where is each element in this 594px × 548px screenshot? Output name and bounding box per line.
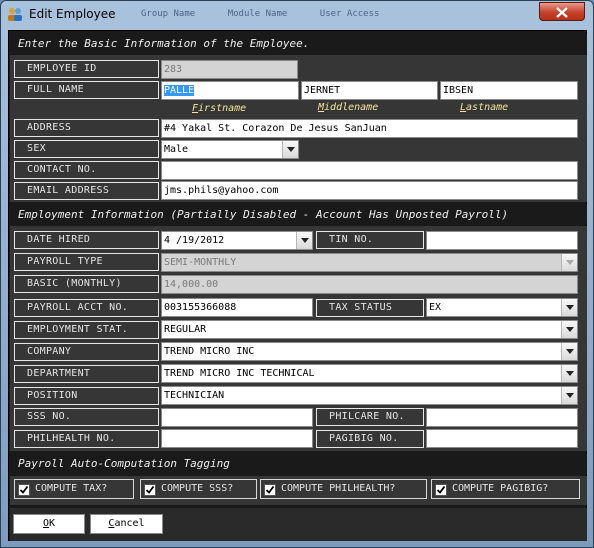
email-input[interactable]: jms.phils@yahoo.com [161, 181, 578, 200]
compute-sss-checkbox[interactable]: COMPUTE SSS? [140, 479, 257, 499]
address-input[interactable]: #4 Yakal St. Corazon De Jesus SanJuan [161, 119, 578, 138]
employee-id-field: 283 [161, 60, 298, 79]
form-client: Enter the Basic Information of the Emplo… [8, 30, 587, 541]
position-label: POSITION [14, 387, 159, 405]
cancel-button[interactable]: Cancel [90, 514, 163, 534]
sex-value: Male [164, 144, 189, 155]
employee-id-label: EMPLOYEE ID [14, 60, 159, 78]
employment-stat-select[interactable]: REGULAR [161, 320, 578, 339]
department-label: DEPARTMENT [14, 365, 159, 383]
chevron-down-icon[interactable] [561, 299, 577, 316]
button-bar: OK Cancel [10, 508, 587, 541]
employment-info-header: Employment Information (Partially Disabl… [10, 205, 587, 225]
payroll-type-select: SEMI-MONTHLY [161, 253, 578, 272]
philhealth-label: PHILHEALTH NO. [14, 430, 159, 448]
sex-select[interactable]: Male [161, 140, 299, 159]
basic-monthly-label: BASIC (MONTHLY) [14, 275, 159, 293]
chevron-down-icon[interactable] [561, 365, 577, 382]
compute-tax-label: COMPUTE TAX? [35, 483, 108, 494]
edit-employee-window: Edit Employee Group Name Module Name Use… [0, 0, 594, 548]
position-select[interactable]: TECHNICIAN [161, 386, 578, 405]
tin-input[interactable] [426, 231, 578, 250]
philcare-label: PHILCARE NO. [316, 408, 424, 426]
chevron-down-icon[interactable] [282, 141, 298, 158]
full-name-label: FULL NAME [14, 81, 159, 99]
payroll-acct-label: PAYROLL ACCT NO. [14, 299, 159, 317]
payroll-type-value: SEMI-MONTHLY [164, 257, 237, 268]
tax-status-select[interactable]: EX [426, 298, 578, 317]
philcare-input[interactable] [426, 408, 578, 427]
department-value: TREND MICRO INC TECHNICAL [164, 368, 315, 379]
firstname-selected-text: PALLE [164, 85, 195, 96]
compute-sss-label: COMPUTE SSS? [161, 483, 234, 494]
date-hired-picker[interactable]: 4 /19/2012 [161, 231, 313, 250]
date-hired-label: DATE HIRED [14, 231, 159, 249]
compute-philhealth-checkbox[interactable]: COMPUTE PHILHEALTH? [260, 479, 427, 499]
chevron-down-icon[interactable] [561, 343, 577, 360]
basic-info-header: Enter the Basic Information of the Emplo… [10, 34, 587, 54]
address-label: ADDRESS [14, 119, 159, 137]
pagibig-label: PAGIBIG NO. [316, 430, 424, 448]
contact-label: CONTACT NO. [14, 161, 159, 179]
window-title: Edit Employee [29, 7, 116, 21]
people-icon [7, 7, 23, 21]
sss-label: SSS NO. [14, 408, 159, 426]
philhealth-input[interactable] [161, 429, 313, 448]
compute-tax-checkbox[interactable]: COMPUTE TAX? [14, 479, 134, 499]
payroll-tagging-header: Payroll Auto-Computation Tagging [10, 454, 587, 474]
firstname-input[interactable]: PALLE [161, 81, 299, 100]
payroll-acct-input[interactable]: 003155366088 [161, 298, 313, 317]
firstname-caption: Firstname [192, 103, 247, 114]
chevron-down-icon[interactable] [561, 387, 577, 404]
chevron-down-icon [561, 254, 577, 271]
compute-pagibig-label: COMPUTE PAGIBIG? [452, 483, 549, 494]
lastname-input[interactable]: IBSEN [440, 81, 578, 100]
title-bar[interactable]: Edit Employee Group Name Module Name Use… [1, 1, 594, 29]
check-icon [264, 484, 276, 496]
employment-stat-value: REGULAR [164, 324, 207, 335]
contact-input[interactable] [161, 161, 578, 180]
sss-input[interactable] [161, 408, 313, 427]
sex-label: SEX [14, 140, 159, 158]
company-label: COMPANY [14, 343, 159, 361]
close-icon [556, 7, 568, 18]
chevron-down-icon[interactable] [296, 232, 312, 249]
ok-button[interactable]: OK [13, 514, 85, 534]
basic-monthly-field: 14,000.00 [161, 275, 578, 294]
chevron-down-icon[interactable] [561, 321, 577, 338]
check-icon [435, 484, 447, 496]
close-button[interactable] [539, 2, 585, 21]
background-tabs: Group Name Module Name User Access [141, 9, 380, 19]
pagibig-input[interactable] [426, 429, 578, 448]
company-value: TREND MICRO INC [164, 346, 255, 357]
tax-status-label: TAX STATUS [316, 299, 424, 317]
middlename-caption: Middlename [318, 102, 379, 113]
compute-philhealth-label: COMPUTE PHILHEALTH? [281, 483, 396, 494]
email-label: EMAIL ADDRESS [14, 182, 159, 200]
employment-stat-label: EMPLOYMENT STAT. [14, 321, 159, 339]
check-icon [18, 484, 30, 496]
check-icon [144, 484, 156, 496]
department-select[interactable]: TREND MICRO INC TECHNICAL [161, 364, 578, 383]
payroll-type-label: PAYROLL TYPE [14, 253, 159, 271]
compute-pagibig-checkbox[interactable]: COMPUTE PAGIBIG? [431, 479, 580, 499]
tax-status-value: EX [429, 302, 442, 313]
tin-label: TIN NO. [316, 231, 424, 249]
date-hired-value: 4 /19/2012 [164, 235, 225, 246]
position-value: TECHNICIAN [164, 390, 225, 401]
middlename-input[interactable]: JERNET [301, 81, 438, 100]
company-select[interactable]: TREND MICRO INC [161, 342, 578, 361]
tagging-panel: COMPUTE TAX? COMPUTE SSS? COMPUTE PHILHE… [10, 476, 587, 505]
lastname-caption: Lastname [460, 102, 509, 113]
